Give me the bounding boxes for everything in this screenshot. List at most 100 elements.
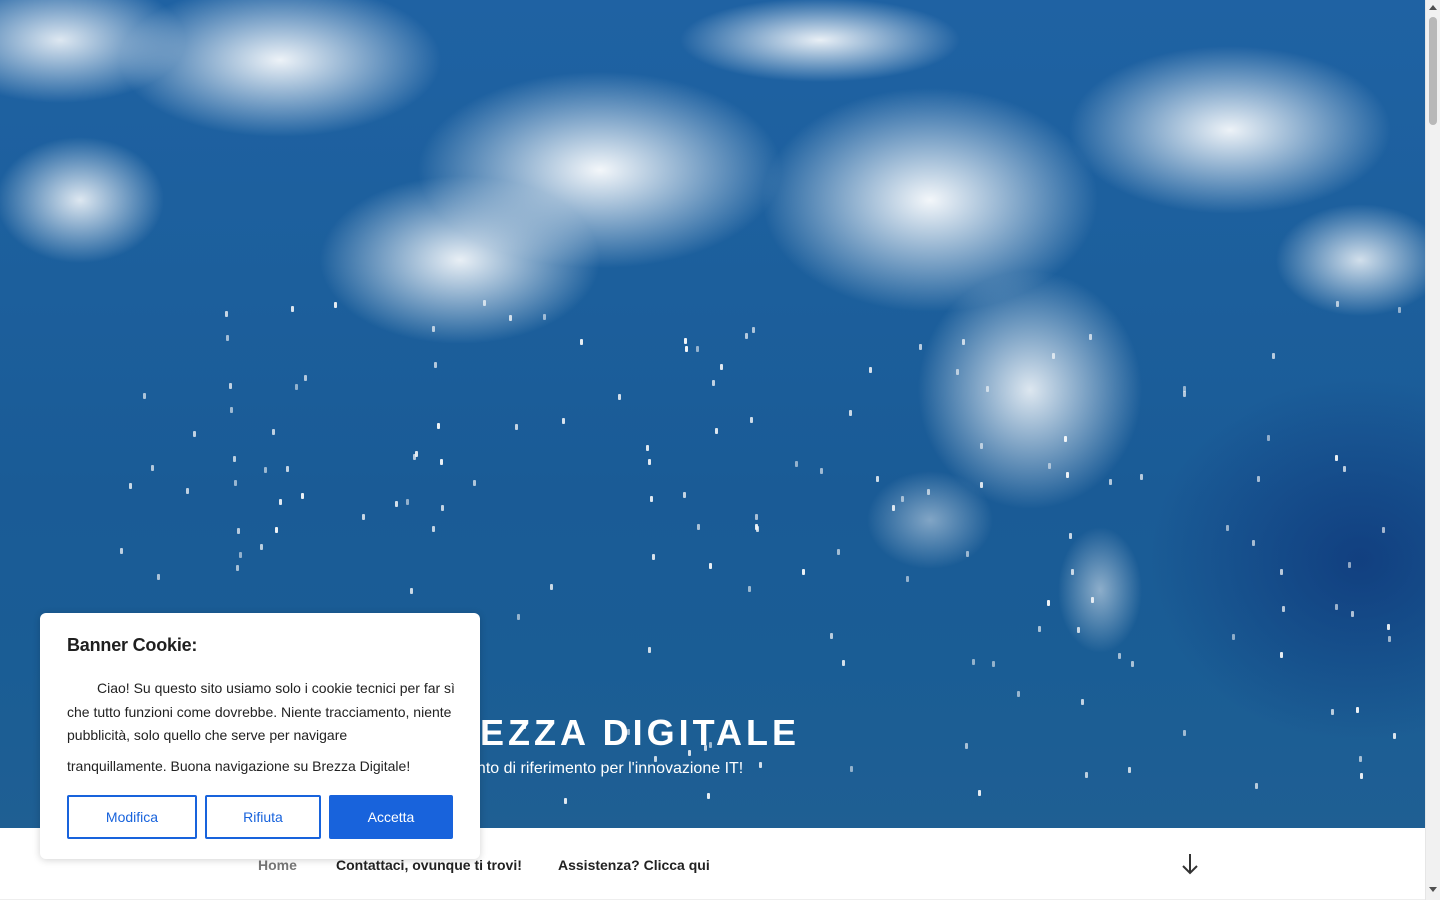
sailboat [696, 524, 700, 531]
sailboat [1232, 633, 1236, 640]
sailboat [440, 505, 444, 512]
sailboat [1090, 597, 1094, 604]
sailboat [715, 428, 719, 435]
sailboat [1348, 562, 1352, 569]
sailboat [918, 344, 922, 351]
sailboat [747, 586, 751, 592]
sailboat [509, 315, 513, 322]
sailboat [186, 488, 190, 495]
sailboat [869, 367, 873, 374]
sailboat [758, 762, 762, 769]
cookie-banner-text: Ciao! Su questo sito usiamo solo i cooki… [67, 677, 457, 778]
sailboat [965, 550, 969, 557]
sailboat [274, 526, 278, 533]
sailboat [980, 482, 984, 489]
sailboat [1267, 434, 1271, 441]
sailboat [580, 339, 584, 346]
sailboat [1225, 525, 1229, 532]
sailboat [837, 548, 841, 555]
sailboat [755, 513, 759, 520]
sailboat [1182, 390, 1186, 397]
sailboat [875, 475, 879, 482]
sailboat [150, 465, 154, 472]
cookie-edit-button[interactable]: Modifica [67, 795, 197, 839]
sailboat [849, 765, 853, 772]
sailboat [192, 430, 196, 437]
sailboat [986, 385, 990, 392]
scrollbar-thumb[interactable] [1429, 17, 1437, 125]
sailboat [617, 393, 621, 400]
sailboat [992, 660, 996, 667]
sailboat [1051, 352, 1055, 359]
sailboat [1350, 610, 1354, 617]
sailboat [1356, 707, 1360, 714]
sailboat [645, 445, 649, 452]
sailboat [157, 573, 161, 580]
sailboat [801, 569, 805, 576]
sailboat [1183, 730, 1187, 737]
sailboat [294, 383, 298, 390]
arrow-down-icon[interactable] [1180, 852, 1200, 876]
sailboat [437, 422, 441, 429]
sailboat [1330, 709, 1334, 716]
sailboat [1335, 300, 1339, 307]
sailboat [1084, 771, 1088, 778]
sailboat [272, 429, 276, 436]
sailboat [906, 575, 910, 582]
sailboat [1118, 653, 1122, 660]
sailboat [1047, 463, 1051, 470]
sailboat [278, 499, 282, 506]
sailboat [1281, 605, 1285, 612]
nav-item-contact[interactable]: Contattaci, ovunque ti trovi! [336, 857, 522, 873]
sailboat [1065, 472, 1069, 479]
sailboat [228, 383, 232, 390]
sailboat [1071, 568, 1075, 575]
sailboat [652, 553, 656, 560]
sailboat [128, 483, 132, 490]
sailboat [431, 325, 435, 332]
nav-item-assistance[interactable]: Assistenza? Clicca qui [558, 857, 710, 873]
sailboat [1037, 625, 1041, 632]
sailboat [1017, 690, 1021, 697]
cookie-banner-text-main: Ciao! Su questo sito usiamo solo i cooki… [67, 680, 455, 743]
sailboat [848, 409, 852, 416]
sailboat [1393, 732, 1397, 739]
page-scrollbar[interactable] [1425, 0, 1440, 900]
sailboat [1089, 334, 1093, 340]
sailboat [264, 467, 268, 474]
sailboat [749, 417, 753, 424]
sailboat [1398, 307, 1402, 314]
sailboat [410, 588, 414, 595]
sailboat [820, 468, 824, 475]
sailboat [1342, 465, 1346, 472]
cookie-accept-button[interactable]: Accetta [329, 795, 453, 839]
sailboat [224, 310, 228, 317]
sailboat [230, 407, 234, 414]
sailboat [563, 798, 567, 805]
sailboat [682, 492, 686, 499]
sailboat [234, 479, 238, 486]
scroll-up-arrow-icon[interactable] [1429, 5, 1437, 10]
sailboat [1387, 623, 1391, 630]
sailboat [235, 565, 239, 571]
sailboat [1140, 473, 1144, 480]
sailboat [745, 332, 749, 339]
scroll-down-arrow-icon[interactable] [1429, 887, 1437, 892]
sailboat [473, 479, 477, 486]
sailboat [841, 660, 845, 666]
sailboat [362, 513, 366, 520]
sailboat [237, 528, 241, 535]
nav-item-home[interactable]: Home [258, 857, 297, 873]
sailboat [648, 459, 652, 466]
cookie-banner: Banner Cookie: Ciao! Su questo sito usia… [40, 613, 480, 859]
sailboat [232, 455, 236, 462]
sailboat [965, 743, 969, 750]
sailboat [549, 583, 553, 590]
cookie-reject-button[interactable]: Rifiuta [205, 795, 321, 839]
sailboat [516, 613, 520, 620]
sailboat [1109, 479, 1113, 486]
sailboat [1046, 600, 1050, 607]
sailboat [1080, 699, 1084, 706]
sailboat [1251, 540, 1255, 547]
sailboat [515, 423, 519, 430]
